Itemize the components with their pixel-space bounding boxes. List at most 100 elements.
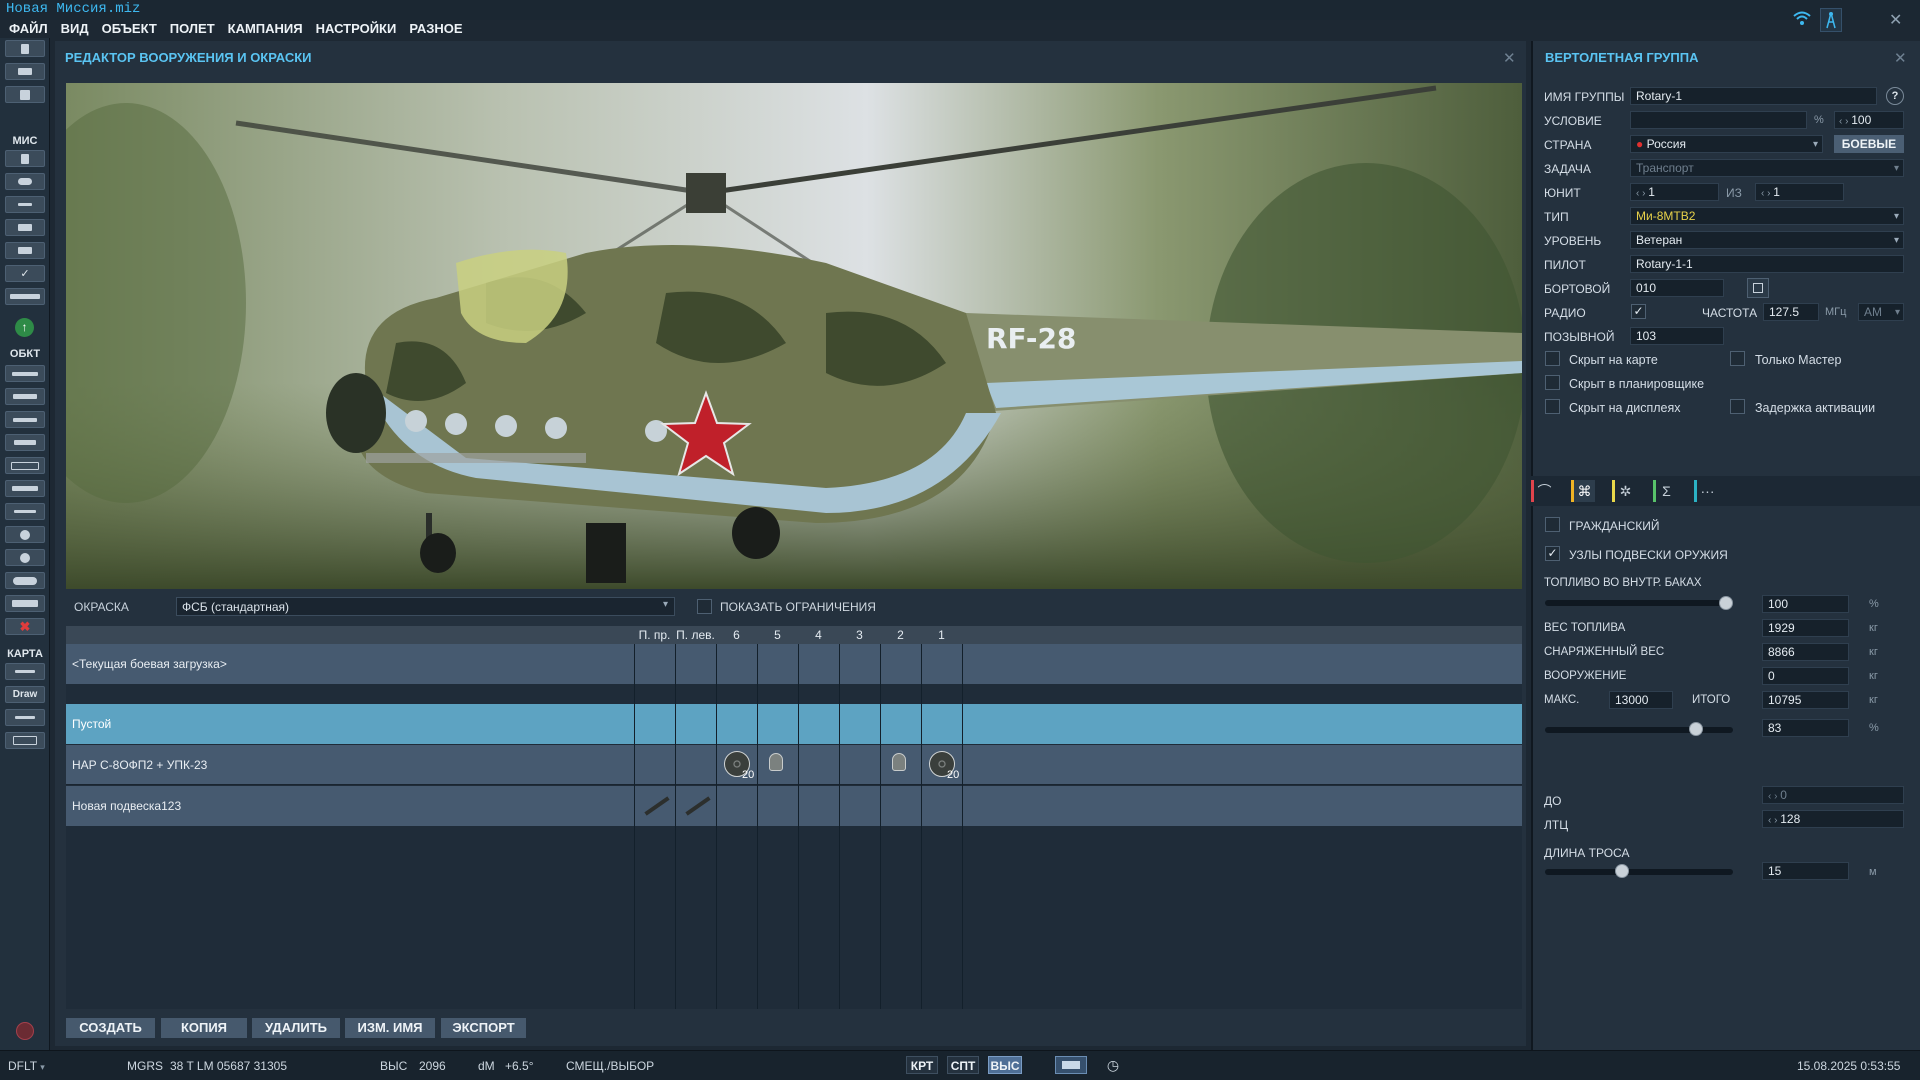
record-icon[interactable] [16, 1022, 34, 1040]
help-icon[interactable]: ? [1886, 87, 1904, 105]
menu-misc[interactable]: РАЗНОЕ [409, 21, 462, 36]
fuel-slider[interactable] [1545, 600, 1733, 606]
menu-view[interactable]: ВИД [61, 21, 89, 36]
board-number-input[interactable]: 010 [1630, 279, 1724, 297]
helicopter-icon[interactable] [5, 388, 45, 405]
profile-select[interactable]: DFLT ▾ [8, 1059, 45, 1073]
layers-icon[interactable] [1055, 1056, 1087, 1074]
frequency-label: ЧАСТОТА [1702, 306, 1758, 320]
load-percent-input[interactable]: 83 [1762, 719, 1849, 737]
target-icon[interactable] [5, 526, 45, 543]
pilot-input[interactable]: Rotary-1-1 [1630, 255, 1904, 273]
weather-icon[interactable] [5, 173, 45, 190]
flag-icon[interactable] [5, 242, 45, 259]
draw-button[interactable]: Draw [5, 686, 45, 703]
mission-briefing-icon[interactable] [5, 150, 45, 167]
frame-icon[interactable] [5, 732, 45, 749]
table-row[interactable]: Пустой [66, 704, 1522, 744]
create-button[interactable]: СОЗДАТЬ [66, 1018, 155, 1038]
tab-settings-icon[interactable]: ✲ [1612, 480, 1636, 502]
delete-button[interactable]: УДАЛИТЬ [252, 1018, 340, 1038]
shapes-icon[interactable] [5, 595, 45, 612]
new-file-icon[interactable] [5, 40, 45, 57]
map-mode-button[interactable]: КРТ [906, 1056, 938, 1074]
export-button[interactable]: ЭКСПОРТ [441, 1018, 526, 1038]
close-icon[interactable]: ✕ [1889, 10, 1902, 30]
aircraft-preview[interactable]: RF-28 [66, 83, 1522, 589]
condition-input[interactable] [1630, 111, 1807, 129]
trigger-icon[interactable] [5, 219, 45, 236]
fuel-input[interactable]: 100 [1762, 595, 1849, 613]
paint-select[interactable]: ФСБ (стандартная) ▾ [176, 597, 675, 616]
callsign-input[interactable]: 103 [1630, 327, 1724, 345]
copy-button[interactable]: КОПИЯ [161, 1018, 247, 1038]
check-icon[interactable]: ✓ [5, 265, 45, 282]
menu-file[interactable]: ФАЙЛ [9, 21, 48, 36]
task-select[interactable]: Транспорт ▾ [1630, 159, 1904, 177]
tab-more-icon[interactable]: ··· [1694, 480, 1718, 502]
formation-icon[interactable] [5, 480, 45, 497]
key-icon[interactable] [5, 663, 45, 680]
menu-object[interactable]: ОБЪЕКТ [102, 21, 157, 36]
timeline-icon[interactable] [5, 288, 45, 305]
fuel-slider-handle[interactable] [1719, 596, 1733, 610]
tab-route-icon[interactable]: ⌒ [1531, 480, 1555, 502]
do-stepper[interactable]: ‹ › 0 [1762, 786, 1904, 804]
country-select[interactable]: ● Россия ▾ [1630, 135, 1823, 153]
type-select[interactable]: Ми-8МТВ2 ▾ [1630, 207, 1904, 225]
master-only-checkbox[interactable] [1730, 351, 1745, 366]
hidden-in-planner-checkbox[interactable] [1545, 375, 1560, 390]
rope-length-slider-handle[interactable] [1615, 864, 1629, 878]
show-limits-checkbox[interactable] [697, 599, 712, 614]
load-slider-handle[interactable] [1689, 722, 1703, 736]
up-arrow-icon[interactable]: ↑ [15, 318, 34, 337]
unit-stepper[interactable]: ‹ › 1 [1630, 183, 1719, 201]
satellite-mode-button[interactable]: СПТ [947, 1056, 979, 1074]
weapon-pylons-checkbox[interactable]: ✓ [1545, 546, 1560, 561]
radio-checkbox[interactable]: ✓ [1631, 304, 1646, 319]
fuel-weight-input[interactable]: 1929 [1762, 619, 1849, 637]
static-object-icon[interactable] [5, 457, 45, 474]
tab-payload-icon[interactable]: ⌘ [1571, 480, 1595, 502]
network-tower-icon[interactable] [1820, 8, 1842, 32]
modulation-select[interactable]: AM ▾ [1858, 303, 1904, 321]
delete-icon[interactable]: ✖ [5, 618, 45, 635]
copy-icon[interactable] [1747, 278, 1769, 298]
frequency-input[interactable]: 127.5 [1763, 303, 1819, 321]
group-name-input[interactable]: Rotary-1 [1630, 87, 1877, 105]
combat-button[interactable]: БОЕВЫЕ [1834, 135, 1904, 153]
ship-icon[interactable] [5, 411, 45, 428]
tab-summary-icon[interactable]: Σ [1653, 480, 1677, 502]
load-slider[interactable] [1545, 727, 1733, 733]
ltc-stepper[interactable]: ‹ › 128 [1762, 810, 1904, 828]
unit-total-stepper[interactable]: ‹ › 1 [1755, 183, 1844, 201]
ruler-icon[interactable] [5, 709, 45, 726]
current-loadout-row[interactable]: <Текущая боевая загрузка> [66, 644, 1522, 684]
menu-campaign[interactable]: КАМПАНИЯ [228, 21, 303, 36]
save-icon[interactable] [5, 86, 45, 103]
clock-icon[interactable]: ◷ [1103, 1056, 1123, 1074]
vehicle-icon[interactable] [5, 434, 45, 451]
close-icon[interactable]: ✕ [1503, 49, 1516, 67]
table-row[interactable]: Новая подвеска123 [66, 786, 1522, 826]
civil-checkbox[interactable] [1545, 517, 1560, 532]
hidden-on-map-checkbox[interactable] [1545, 351, 1560, 366]
rename-button[interactable]: ИЗМ. ИМЯ [345, 1018, 435, 1038]
waypoint-icon[interactable] [5, 503, 45, 520]
altitude-mode-button[interactable]: ВЫС [988, 1056, 1022, 1074]
close-icon[interactable]: ✕ [1894, 49, 1907, 67]
late-activation-checkbox[interactable] [1730, 399, 1745, 414]
airplane-icon[interactable] [5, 365, 45, 382]
route-icon[interactable] [5, 196, 45, 213]
menu-settings[interactable]: НАСТРОЙКИ [316, 21, 397, 36]
rope-length-slider[interactable] [1545, 869, 1733, 875]
condition-probability-stepper[interactable]: ‹ › 100 [1834, 111, 1904, 129]
zone-icon[interactable] [5, 549, 45, 566]
table-row[interactable]: НАР С-8ОФП2 + УПК-23 20 20 [66, 745, 1522, 785]
rope-length-input[interactable]: 15 [1762, 862, 1849, 880]
hidden-on-displays-checkbox[interactable] [1545, 399, 1560, 414]
menu-flight[interactable]: ПОЛЕТ [170, 21, 215, 36]
group-icon[interactable] [5, 572, 45, 589]
skill-select[interactable]: Ветеран ▾ [1630, 231, 1904, 249]
open-folder-icon[interactable] [5, 63, 45, 80]
